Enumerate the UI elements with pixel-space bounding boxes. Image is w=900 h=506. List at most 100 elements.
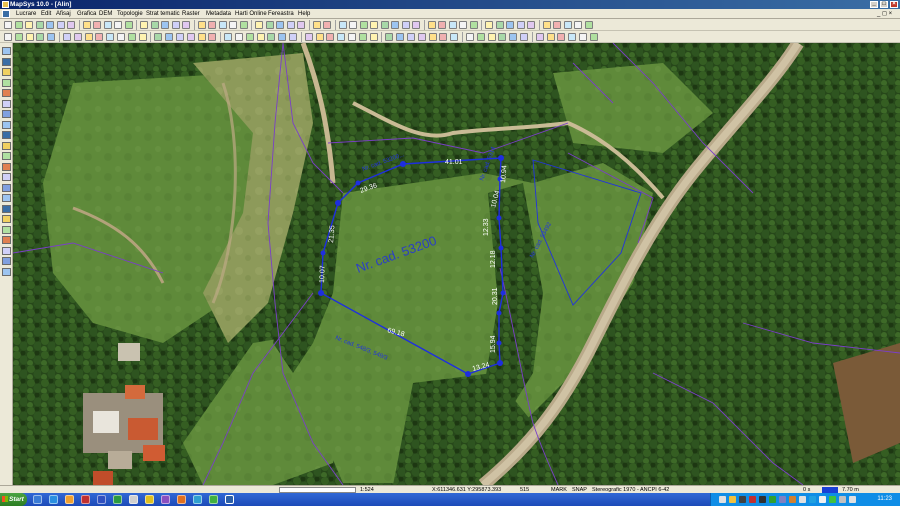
draw-tool-icon[interactable] [73,33,82,41]
draw-tool-icon[interactable] [176,33,184,41]
main-tool-icon[interactable] [171,21,180,29]
network-icon[interactable] [849,496,856,503]
main-tool-icon[interactable] [438,21,446,29]
map-canvas[interactable]: Nr. cad. 53200 Nr. cad. 53200... Nr. cad… [13,43,900,485]
side-tool-icon[interactable] [2,57,11,66]
main-tool-icon[interactable] [114,21,122,29]
tray-icon[interactable] [749,496,756,503]
draw-tool-icon[interactable] [466,33,474,41]
draw-tool-icon[interactable] [315,33,324,41]
draw-tool-icon[interactable] [186,33,195,41]
draw-tool-icon[interactable] [396,33,405,41]
maximize-button[interactable]: □ [880,1,888,8]
draw-tool-icon[interactable] [154,33,163,41]
app-icon-gray[interactable] [129,495,138,504]
main-tool-icon[interactable] [448,21,457,29]
draw-tool-icon[interactable] [36,33,45,41]
word-icon[interactable] [97,495,106,504]
side-tool-icon[interactable] [2,152,11,160]
main-tool-icon[interactable] [527,21,535,29]
main-tool-icon[interactable] [161,21,169,29]
main-tool-icon[interactable] [208,21,216,29]
side-tool-icon[interactable] [2,215,11,223]
main-tool-icon[interactable] [46,21,54,29]
draw-tool-icon[interactable] [95,33,104,41]
main-tool-icon[interactable] [14,21,23,29]
menu-raster[interactable]: Raster [182,10,200,18]
draw-tool-icon[interactable] [417,33,426,41]
browser-icon[interactable] [49,495,58,504]
main-tool-icon[interactable] [239,21,248,29]
menu-harti-online[interactable]: Harti Online [235,10,267,18]
tray-icon[interactable] [799,496,806,503]
draw-tool-icon[interactable] [348,33,356,41]
menu-lucrare[interactable]: Lucrare [16,10,36,18]
draw-tool-icon[interactable] [278,33,287,41]
app-icon-cyan[interactable] [193,495,202,504]
menu-topologie[interactable]: Topologie [117,10,143,18]
menu-fereastra[interactable]: Fereastra [268,10,294,18]
draw-tool-icon[interactable] [487,33,496,41]
side-tool-icon[interactable] [2,89,11,97]
draw-tool-icon[interactable] [428,33,437,41]
main-tool-icon[interactable] [140,21,148,29]
draw-tool-icon[interactable] [546,33,555,41]
draw-tool-icon[interactable] [337,33,346,41]
main-tool-icon[interactable] [35,21,44,29]
main-tool-icon[interactable] [542,21,551,29]
side-tool-icon[interactable] [2,47,11,55]
main-tool-icon[interactable] [349,21,357,29]
draw-tool-icon[interactable] [267,33,276,41]
main-tool-icon[interactable] [370,21,378,29]
side-tool-icon[interactable] [2,110,11,118]
menu-strat-tematic[interactable]: Strat tematic [146,10,180,18]
app-icon-green[interactable] [209,495,218,504]
side-tool-icon[interactable] [2,246,11,255]
tray-icon[interactable] [719,496,726,503]
draw-tool-icon[interactable] [127,33,136,41]
main-tool-icon[interactable] [182,21,190,29]
main-tool-icon[interactable] [427,21,436,29]
draw-tool-icon[interactable] [245,33,254,41]
desktop-icon[interactable] [33,495,42,504]
draw-tool-icon[interactable] [407,33,415,41]
draw-tool-icon[interactable] [208,33,217,41]
side-tool-icon[interactable] [2,194,11,202]
side-tool-icon[interactable] [2,236,11,244]
draw-tool-icon[interactable] [14,33,23,41]
main-tool-icon[interactable] [391,21,399,29]
main-tool-icon[interactable] [229,21,237,29]
draw-tool-icon[interactable] [476,33,485,41]
app-icon-yellow[interactable] [145,495,154,504]
tray-icon[interactable] [739,496,746,503]
draw-tool-icon[interactable] [509,33,518,41]
side-tool-icon[interactable] [2,257,11,265]
draw-tool-icon[interactable] [165,33,174,41]
draw-tool-icon[interactable] [25,33,34,41]
main-tool-icon[interactable] [506,21,514,29]
draw-tool-icon[interactable] [197,33,206,41]
side-tool-icon[interactable] [2,183,11,192]
side-tool-icon[interactable] [2,173,11,181]
main-tool-icon[interactable] [553,21,561,29]
side-tool-icon[interactable] [2,78,11,87]
draw-tool-icon[interactable] [579,33,587,41]
main-tool-icon[interactable] [485,21,493,29]
menu-afisaj[interactable]: Afisaj [56,10,71,18]
main-tool-icon[interactable] [25,21,33,29]
main-tool-icon[interactable] [495,21,504,29]
side-tool-icon[interactable] [2,225,11,234]
tray-icon[interactable] [759,496,766,503]
main-tool-icon[interactable] [103,21,112,29]
draw-tool-icon[interactable] [568,33,577,41]
main-tool-icon[interactable] [255,21,263,29]
draw-tool-icon[interactable] [117,33,125,41]
draw-tool-icon[interactable] [235,33,243,41]
draw-tool-icon[interactable] [498,33,507,41]
draw-tool-icon[interactable] [589,33,598,41]
side-tool-icon[interactable] [2,267,11,276]
app-icon-red[interactable] [81,495,90,504]
draw-tool-icon[interactable] [4,33,12,41]
main-tool-icon[interactable] [265,21,274,29]
draw-tool-icon[interactable] [47,33,56,41]
